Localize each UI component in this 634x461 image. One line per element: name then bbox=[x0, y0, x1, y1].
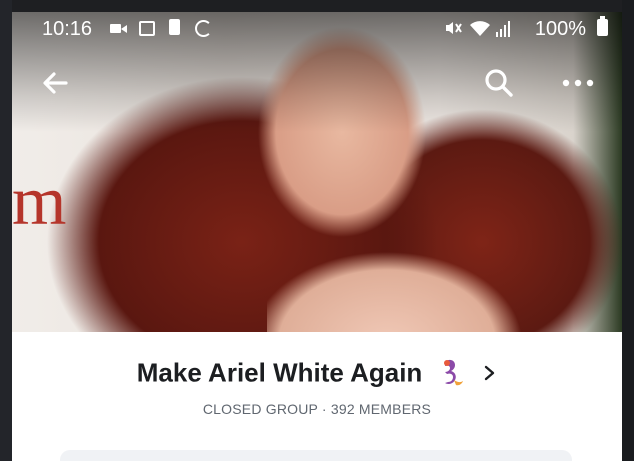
sync-icon bbox=[195, 20, 212, 37]
mute-icon bbox=[444, 20, 462, 41]
signal-icon bbox=[496, 20, 510, 37]
more-horizontal-icon bbox=[562, 79, 594, 87]
cover-background-lettering: m bbox=[12, 163, 66, 240]
group-cover-photo[interactable]: m bbox=[12, 12, 622, 352]
next-section-card[interactable] bbox=[60, 450, 572, 461]
search-button[interactable] bbox=[482, 66, 516, 100]
status-bar: 10:16 100% bbox=[12, 12, 622, 48]
group-privacy-and-members: CLOSED GROUP · 392 MEMBERS bbox=[202, 401, 432, 417]
group-header-info: Make Ariel White Again CLOSED GROUP · 39… bbox=[12, 332, 622, 461]
back-button[interactable] bbox=[38, 66, 72, 100]
arrow-left-icon bbox=[43, 72, 68, 94]
video-icon bbox=[110, 21, 127, 35]
window-left-edge bbox=[0, 0, 12, 461]
group-title-row[interactable]: Make Ariel White Again bbox=[12, 356, 622, 390]
group-name: Make Ariel White Again bbox=[136, 357, 423, 388]
window-right-edge bbox=[622, 0, 634, 461]
more-options-button[interactable] bbox=[557, 68, 599, 98]
battery-saver-icon bbox=[169, 19, 180, 35]
window-top-edge bbox=[0, 0, 634, 12]
battery-percent: 100% bbox=[534, 18, 586, 40]
chevron-right-icon bbox=[483, 363, 497, 383]
status-time: 10:16 bbox=[42, 18, 93, 40]
battery-icon bbox=[597, 16, 608, 36]
wifi-icon bbox=[470, 20, 490, 36]
image-icon bbox=[139, 21, 155, 36]
search-icon bbox=[485, 69, 513, 97]
phone-screen: m 10:16 100% Make Ariel White Again CLOS… bbox=[12, 12, 622, 461]
mermaid-emoji-icon bbox=[435, 356, 469, 390]
